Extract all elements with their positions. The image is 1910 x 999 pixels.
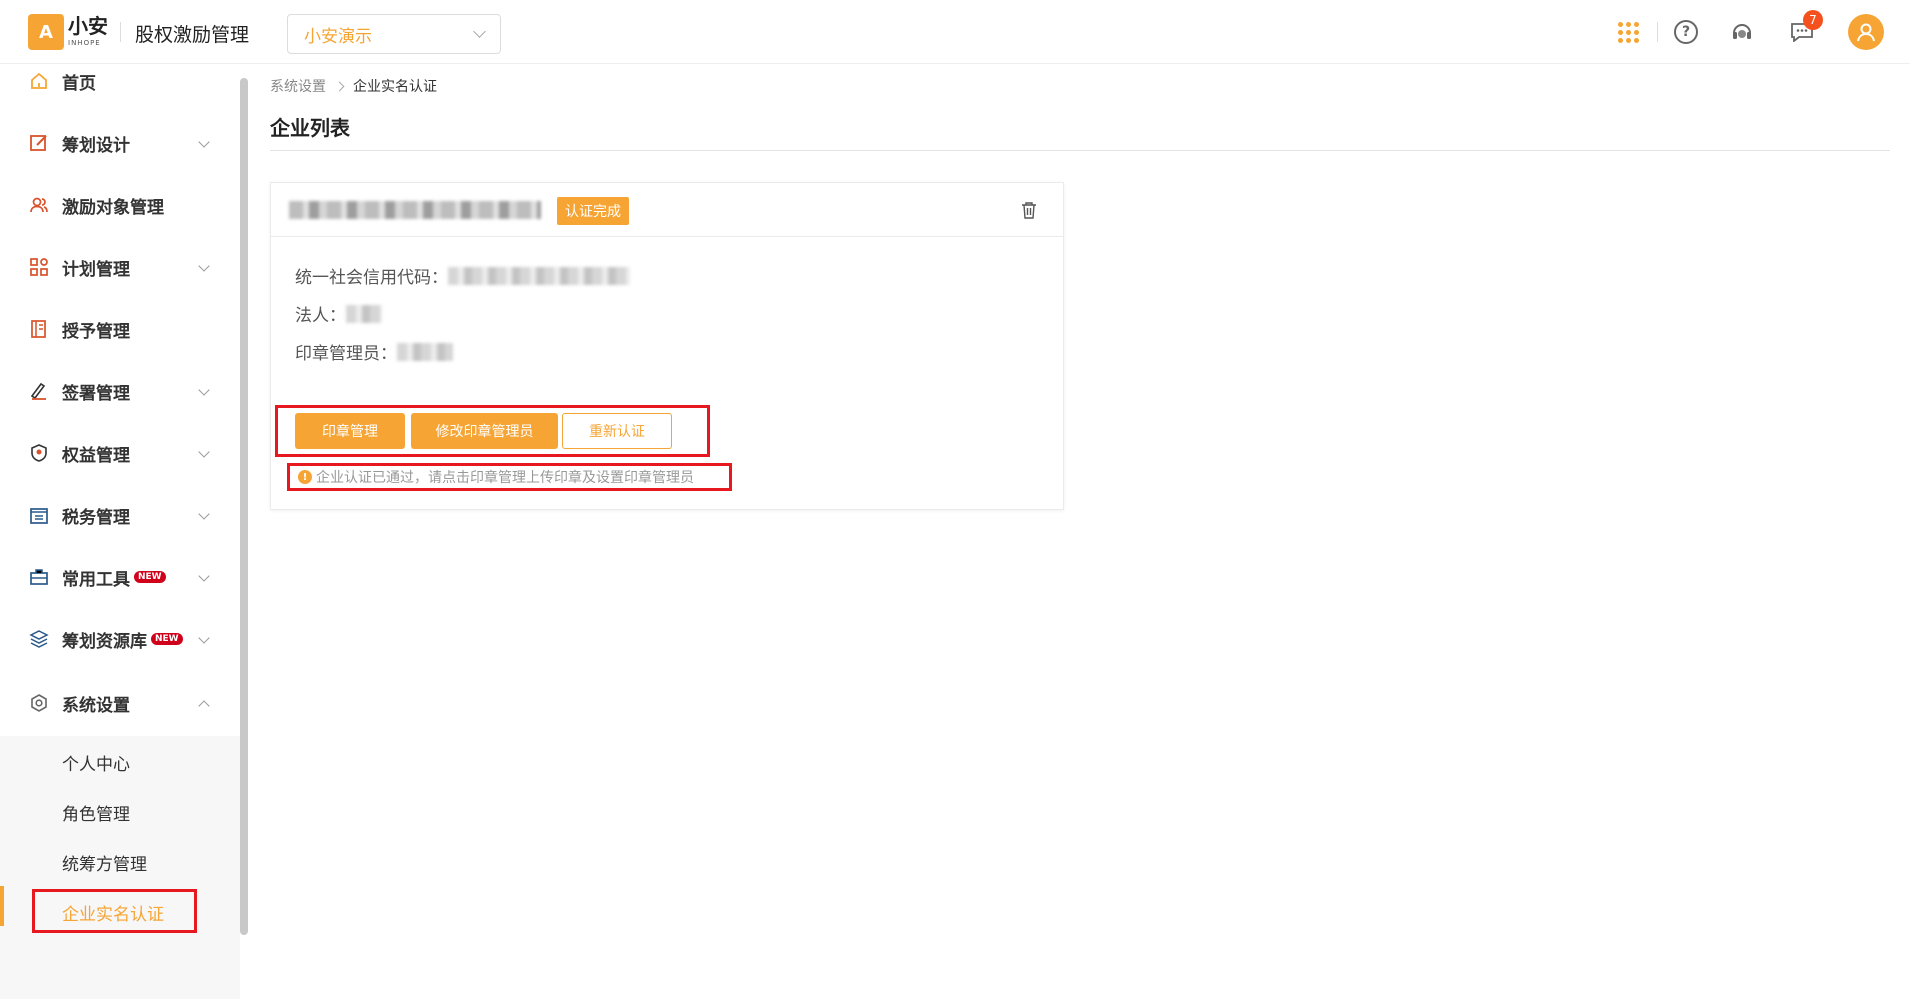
page-title: 企业列表 bbox=[270, 116, 350, 140]
status-badge: 认证完成 bbox=[557, 197, 629, 225]
avatar[interactable] bbox=[1848, 14, 1884, 50]
top-bar: A 小安 INHOPE 股权激励管理 小安演示 ? 7 bbox=[0, 0, 1910, 64]
seal-admin-redacted bbox=[397, 342, 453, 361]
sidebar-item-label: 权益管理 bbox=[62, 445, 130, 466]
sidebar-item-label: 计划管理 bbox=[62, 259, 130, 280]
customer-service-icon[interactable] bbox=[1730, 20, 1754, 44]
chevron-down-icon bbox=[198, 632, 210, 644]
edit-seal-admin-button[interactable]: 修改印章管理员 bbox=[411, 413, 558, 449]
tip-text: 企业认证已通过，请点击印章管理上传印章及设置印章管理员 bbox=[316, 470, 694, 486]
sidebar-item-label: 签署管理 bbox=[62, 383, 130, 404]
app-title: 股权激励管理 bbox=[135, 24, 250, 46]
sidebar-item-incentive-targets[interactable]: 激励对象管理 bbox=[0, 174, 240, 236]
title-divider bbox=[270, 150, 1890, 151]
users-icon bbox=[28, 194, 50, 216]
chevron-right-icon bbox=[334, 81, 345, 91]
sidebar-item-label: 筹划设计 bbox=[62, 135, 130, 156]
card-header: 认证完成 bbox=[271, 183, 1063, 237]
tip-message: ! 企业认证已通过，请点击印章管理上传印章及设置印章管理员 bbox=[287, 463, 732, 491]
credit-code-redacted bbox=[448, 266, 630, 285]
credit-code-row: 统一社会信用代码： bbox=[295, 263, 630, 288]
breadcrumb: 系统设置 企业实名认证 bbox=[270, 76, 437, 96]
sidebar-item-system-settings[interactable]: 系统设置 bbox=[0, 672, 240, 734]
toolbar-divider bbox=[1657, 22, 1658, 42]
toolbox-icon bbox=[28, 566, 50, 588]
new-badge: NEW bbox=[134, 571, 166, 583]
trash-icon[interactable] bbox=[1021, 201, 1037, 219]
legal-person-row: 法人： bbox=[295, 301, 382, 326]
new-badge: NEW bbox=[151, 633, 183, 645]
org-select-value: 小安演示 bbox=[304, 26, 372, 47]
seal-admin-row: 印章管理员： bbox=[295, 339, 453, 364]
re-certify-button[interactable]: 重新认证 bbox=[562, 413, 672, 449]
enterprise-name-redacted bbox=[289, 201, 541, 219]
tax-icon bbox=[28, 504, 50, 526]
chevron-down-icon bbox=[198, 136, 210, 148]
seal-manage-button[interactable]: 印章管理 bbox=[295, 413, 405, 449]
chevron-up-icon bbox=[198, 700, 210, 712]
breadcrumb-parent[interactable]: 系统设置 bbox=[270, 76, 326, 96]
chevron-down-icon bbox=[198, 508, 210, 520]
sidebar-item-grant-management[interactable]: 授予管理 bbox=[0, 298, 240, 360]
sidebar-item-label: 常用工具 bbox=[62, 569, 130, 590]
app-grid-icon[interactable] bbox=[1618, 22, 1640, 44]
sidebar-item-sign-management[interactable]: 签署管理 bbox=[0, 360, 240, 422]
warning-icon: ! bbox=[298, 470, 312, 484]
sidebar-item-label: 税务管理 bbox=[62, 507, 130, 528]
sidebar-item-label: 授予管理 bbox=[62, 321, 130, 342]
enterprise-card: 认证完成 统一社会信用代码： 法人： 印章管理员： 印章管理 修改印章管理员 重… bbox=[270, 182, 1064, 510]
sidebar-item-label: 首页 bbox=[62, 73, 96, 94]
sidebar-subitem-role-management[interactable]: 角色管理 bbox=[62, 800, 130, 825]
settings-icon bbox=[28, 692, 50, 714]
org-select[interactable]: 小安演示 bbox=[287, 14, 501, 54]
edit-icon bbox=[28, 132, 50, 154]
breadcrumb-current: 企业实名认证 bbox=[353, 79, 437, 95]
chevron-down-icon bbox=[198, 446, 210, 458]
sidebar-item-home[interactable]: 首页 bbox=[0, 50, 240, 112]
sidebar-item-planning-design[interactable]: 筹划设计 bbox=[0, 112, 240, 174]
home-icon bbox=[28, 70, 50, 92]
layers-icon bbox=[28, 628, 50, 650]
sidebar-scrollbar[interactable] bbox=[240, 78, 248, 935]
sidebar-subitem-coordinator-management[interactable]: 统筹方管理 bbox=[62, 850, 147, 875]
sidebar-item-common-tools[interactable]: 常用工具 NEW bbox=[0, 546, 240, 608]
active-indicator bbox=[0, 886, 4, 926]
sign-icon bbox=[28, 380, 50, 402]
seal-admin-label: 印章管理员： bbox=[295, 344, 397, 364]
sidebar-item-plan-management[interactable]: 计划管理 bbox=[0, 236, 240, 298]
sidebar-item-label: 筹划资源库 bbox=[62, 631, 147, 652]
sidebar-item-tax-management[interactable]: 税务管理 bbox=[0, 484, 240, 546]
chevron-down-icon bbox=[198, 384, 210, 396]
chevron-down-icon bbox=[473, 24, 486, 38]
badge-icon bbox=[28, 442, 50, 464]
header-divider bbox=[120, 22, 121, 42]
chevron-down-icon bbox=[198, 260, 210, 272]
sidebar-item-label: 系统设置 bbox=[62, 695, 130, 716]
logo-text: 小安 bbox=[68, 14, 108, 38]
logo-icon: A bbox=[28, 14, 64, 50]
book-icon bbox=[28, 318, 50, 340]
sidebar-item-equity-management[interactable]: 权益管理 bbox=[0, 422, 240, 484]
sidebar-item-label: 激励对象管理 bbox=[62, 197, 164, 218]
legal-person-redacted bbox=[346, 304, 382, 323]
sidebar-subitem-personal-center[interactable]: 个人中心 bbox=[62, 750, 130, 775]
notification-badge: 7 bbox=[1803, 10, 1823, 30]
highlight-box-active-menu bbox=[32, 889, 197, 933]
help-icon[interactable]: ? bbox=[1674, 20, 1698, 44]
credit-code-label: 统一社会信用代码： bbox=[295, 268, 448, 288]
chevron-down-icon bbox=[198, 570, 210, 582]
apps-icon bbox=[28, 256, 50, 278]
sidebar-item-resource-library[interactable]: 筹划资源库 NEW bbox=[0, 608, 240, 670]
logo-subtitle: INHOPE bbox=[68, 39, 101, 47]
legal-person-label: 法人： bbox=[295, 306, 346, 326]
